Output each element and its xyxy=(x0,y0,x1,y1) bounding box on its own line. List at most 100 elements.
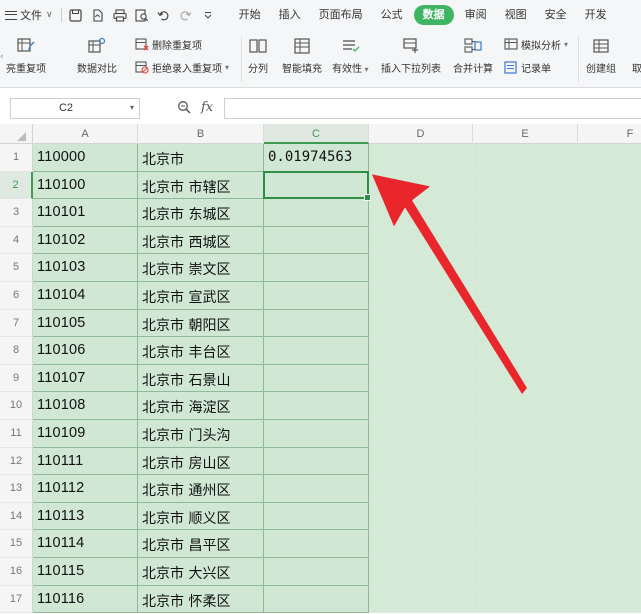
chevron-left-icon[interactable]: ‹ xyxy=(0,52,4,62)
cell-c[interactable] xyxy=(264,282,369,310)
row-header[interactable]: 14 xyxy=(0,502,33,531)
cell-a[interactable]: 110113 xyxy=(33,502,138,531)
redo-icon[interactable] xyxy=(178,7,194,23)
cell-a[interactable]: 110115 xyxy=(33,558,138,586)
cell-empty[interactable] xyxy=(473,282,578,310)
cell-empty[interactable] xyxy=(473,585,578,614)
cell-empty[interactable] xyxy=(473,144,578,172)
cell-empty[interactable] xyxy=(369,309,473,338)
cell-b[interactable]: 北京市 怀柔区 xyxy=(138,585,264,614)
cell-c[interactable] xyxy=(264,309,369,338)
cell-empty[interactable] xyxy=(369,144,473,172)
cell-a[interactable]: 110108 xyxy=(33,392,138,420)
row-header[interactable]: 1 xyxy=(0,144,33,172)
row-header[interactable]: 15 xyxy=(0,530,33,558)
row-header[interactable]: 17 xyxy=(0,585,33,614)
data-validity-button[interactable]: 有效性 ▾ xyxy=(332,36,369,75)
insert-dropdown-list-button[interactable]: 插入下拉列表 xyxy=(381,36,441,75)
file-menu[interactable]: 文件 ∨ xyxy=(5,0,53,30)
cell-empty[interactable] xyxy=(578,199,641,227)
cell-empty[interactable] xyxy=(473,475,578,503)
cell-b[interactable]: 北京市 石景山 xyxy=(138,364,264,393)
cell-empty[interactable] xyxy=(578,309,641,338)
cell-c[interactable]: 0.01974563 xyxy=(264,144,369,172)
customize-toolbar-icon[interactable] xyxy=(200,7,216,23)
cell-c[interactable] xyxy=(264,447,369,476)
row-header[interactable]: 12 xyxy=(0,447,33,476)
consolidate-button[interactable]: 合并计算 xyxy=(453,36,493,75)
cell-empty[interactable] xyxy=(369,254,473,282)
cell-a[interactable]: 110000 xyxy=(33,144,138,172)
cell-empty[interactable] xyxy=(578,447,641,476)
row-header[interactable]: 16 xyxy=(0,558,33,586)
cell-empty[interactable] xyxy=(578,392,641,420)
cell-empty[interactable] xyxy=(369,585,473,614)
cell-empty[interactable] xyxy=(369,447,473,476)
cell-empty[interactable] xyxy=(473,226,578,255)
row-header[interactable]: 5 xyxy=(0,254,33,282)
record-sheet-button[interactable]: 记录单 xyxy=(504,60,551,75)
cell-b[interactable]: 北京市 门头沟 xyxy=(138,420,264,448)
cell-b[interactable]: 北京市 大兴区 xyxy=(138,558,264,586)
cell-empty[interactable] xyxy=(369,171,473,200)
cell-c[interactable] xyxy=(264,420,369,448)
cell-empty[interactable] xyxy=(473,530,578,558)
formula-input[interactable] xyxy=(224,98,641,119)
data-compare-button[interactable]: 数据对比 xyxy=(77,36,117,75)
name-box[interactable]: C2 ▾ xyxy=(10,98,140,119)
cell-c[interactable] xyxy=(264,254,369,282)
row-header[interactable]: 7 xyxy=(0,309,33,338)
tab-formulas[interactable]: 公式 xyxy=(372,5,412,25)
cell-b[interactable]: 北京市 昌平区 xyxy=(138,530,264,558)
cell-b[interactable]: 北京市 通州区 xyxy=(138,475,264,503)
cell-a[interactable]: 110104 xyxy=(33,282,138,310)
cell-b[interactable]: 北京市 崇文区 xyxy=(138,254,264,282)
save-icon[interactable] xyxy=(68,7,84,23)
cell-a[interactable]: 110112 xyxy=(33,475,138,503)
cell-empty[interactable] xyxy=(369,226,473,255)
cell-empty[interactable] xyxy=(473,199,578,227)
cell-c[interactable] xyxy=(264,226,369,255)
row-header[interactable]: 9 xyxy=(0,364,33,393)
cell-a[interactable]: 110111 xyxy=(33,447,138,476)
cell-empty[interactable] xyxy=(369,282,473,310)
tab-developer[interactable]: 开发 xyxy=(576,5,616,25)
tab-data[interactable]: 数据 xyxy=(413,5,454,25)
cell-empty[interactable] xyxy=(473,502,578,531)
cell-empty[interactable] xyxy=(578,254,641,282)
tab-home[interactable]: 开始 xyxy=(230,5,270,25)
cell-a[interactable]: 110100 xyxy=(33,171,138,200)
cell-c[interactable] xyxy=(264,392,369,420)
reject-duplicate-entry-button[interactable]: 拒绝录入重复项 ▾ xyxy=(135,60,229,75)
row-header[interactable]: 13 xyxy=(0,475,33,503)
delete-duplicates-button[interactable]: 删除重复项 xyxy=(135,37,202,52)
cell-c[interactable] xyxy=(264,585,369,614)
cell-empty[interactable] xyxy=(578,502,641,531)
text-to-columns-button[interactable]: 分列 xyxy=(248,36,268,75)
smart-fill-button[interactable]: 智能填充 xyxy=(282,36,322,75)
column-header-e[interactable]: E xyxy=(473,124,578,144)
cell-empty[interactable] xyxy=(473,254,578,282)
tab-page-layout[interactable]: 页面布局 xyxy=(310,5,372,25)
cell-empty[interactable] xyxy=(578,171,641,200)
undo-icon[interactable] xyxy=(156,7,172,23)
highlight-duplicates-button[interactable]: 亮重复项 xyxy=(6,36,46,75)
cell-c[interactable] xyxy=(264,475,369,503)
tab-review[interactable]: 审阅 xyxy=(456,5,496,25)
cell-empty[interactable] xyxy=(473,392,578,420)
cell-empty[interactable] xyxy=(578,337,641,365)
column-header-f[interactable]: F xyxy=(578,124,641,144)
cell-c[interactable] xyxy=(264,364,369,393)
row-header[interactable]: 8 xyxy=(0,337,33,365)
cell-empty[interactable] xyxy=(369,475,473,503)
cell-b[interactable]: 北京市 东城区 xyxy=(138,199,264,227)
cell-b[interactable]: 北京市 房山区 xyxy=(138,447,264,476)
tab-insert[interactable]: 插入 xyxy=(270,5,310,25)
cell-c[interactable] xyxy=(264,530,369,558)
cell-empty[interactable] xyxy=(578,144,641,172)
column-header-d[interactable]: D xyxy=(369,124,473,144)
cell-a[interactable]: 110103 xyxy=(33,254,138,282)
row-header[interactable]: 10 xyxy=(0,392,33,420)
zoom-icon[interactable] xyxy=(177,100,192,119)
cell-empty[interactable] xyxy=(473,337,578,365)
